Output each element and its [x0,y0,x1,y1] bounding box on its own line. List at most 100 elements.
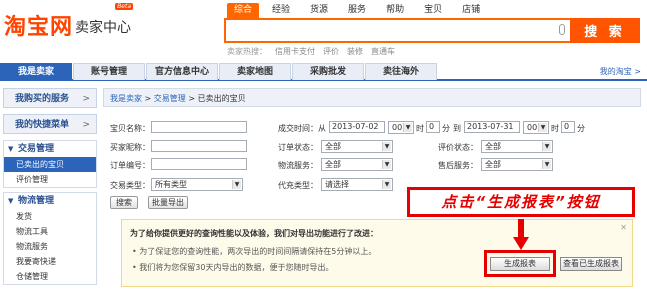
batch-export-button[interactable]: 批量导出 [148,196,188,209]
hour-to-value: 00 [527,123,538,132]
hour-from-value: 00 [392,123,403,132]
date-to-input[interactable]: 2013-07-31 [464,121,520,133]
minute-to-input[interactable]: 0 [561,121,575,133]
search-tab-experience[interactable]: 经验 [265,3,297,18]
hot-searches: 卖家热搜： 信用卡支付 评价 装修 直通车 [227,46,403,57]
nav-seller-map[interactable]: 卖家地图 [219,63,291,80]
search-tab-item[interactable]: 宝贝 [417,3,449,18]
search-button[interactable]: 搜 索 [570,18,640,43]
taobao-logo[interactable]: 淘宝网 卖家中心 Beta [4,3,134,41]
sidebar-item-ship[interactable]: 发货 [4,209,96,224]
deal-time-label: 成交时间：从 [278,124,326,133]
search-orders-button[interactable]: 搜索 [110,196,138,209]
nav-account[interactable]: 账号管理 [73,63,145,80]
sidebar-head-label: 物流管理 [18,196,55,206]
rate-status-select[interactable]: 全部 ▼ [481,140,553,153]
hot-searches-label: 卖家热搜： [227,47,267,56]
notice-line-text: 我们将为您保留30天内导出的数据，便于您随时导出。 [139,263,334,272]
minute-unit: 分 [442,124,450,133]
sidebar: 我购买的服务 > 我的快捷菜单 > ▼ 交易管理 已卖出的宝贝 评价管理 ▼ 物… [3,88,97,289]
sidebar-trade-head[interactable]: ▼ 交易管理 [4,141,96,157]
order-no-label: 订单编号： [110,161,150,170]
hot-search-link[interactable]: 装修 [347,46,363,57]
item-name-input[interactable] [151,121,247,133]
chevron-down-icon: ▼ [403,123,412,132]
search-tab-source[interactable]: 货源 [303,3,335,18]
order-status-value: 全部 [325,142,341,151]
trade-type-select[interactable]: 所有类型 ▼ [151,178,243,191]
breadcrumb-sep: > [185,94,198,103]
collect-type-label: 代充类型： [278,181,318,190]
trade-type-label: 交易类型： [110,181,150,190]
logistics-value: 全部 [325,160,341,169]
breadcrumb-seller[interactable]: 我是卖家 [110,94,142,103]
chevron-right-icon: > [82,120,90,130]
hot-search-link[interactable]: 信用卡支付 [275,46,315,57]
triangle-down-icon: ▼ [8,197,14,205]
breadcrumb-current: 已卖出的宝贝 [197,94,246,103]
chevron-down-icon: ▼ [538,123,547,132]
nav-overseas[interactable]: 卖往海外 [365,63,437,80]
microphone-icon[interactable] [559,24,565,35]
order-no-input[interactable] [151,158,247,170]
sidebar-item-warehouse[interactable]: 仓储管理 [4,269,96,284]
hot-search-link[interactable]: 评价 [323,46,339,57]
buyer-nick-input[interactable] [151,140,247,152]
item-name-label: 宝贝名称： [110,124,150,133]
triangle-down-icon: ▼ [8,145,14,153]
search-tab-all[interactable]: 综合 [227,3,260,18]
search-tab-shop[interactable]: 店铺 [455,3,487,18]
hour-unit: 时 [551,124,559,133]
logo-main-text: 淘宝网 [4,15,74,40]
notice-title: 为了给你提供更好的查询性能以及体验，我们对导出功能进行了改进： [130,229,378,238]
sidebar-item-sold-items[interactable]: 已卖出的宝贝 [4,157,96,172]
sidebar-item-send-express[interactable]: 我要寄快递 [4,254,96,269]
search-tab-service[interactable]: 服务 [341,3,373,18]
sidebar-item-logistics-tools[interactable]: 物流工具 [4,224,96,239]
main-nav: 我是卖家 账号管理 官方信息中心 卖家地图 采购批发 卖往海外 我的淘宝 > [0,63,647,81]
buyer-nick-label: 买家昵称： [110,143,150,152]
sidebar-shortcut-menu[interactable]: 我的快捷菜单 > [3,114,97,134]
generate-report-button[interactable]: 生成报表 [490,257,550,271]
arrow-down-icon [513,219,529,250]
my-taobao-link[interactable]: 我的淘宝 > [600,66,641,77]
sidebar-item-rate-manage[interactable]: 评价管理 [4,172,96,187]
after-sale-value: 全部 [485,160,501,169]
nav-seller[interactable]: 我是卖家 [0,63,72,80]
hour-from-select[interactable]: 00 ▼ [388,121,414,134]
breadcrumb-trade[interactable]: 交易管理 [154,94,186,103]
close-icon[interactable]: ✕ [620,223,627,232]
after-sale-select[interactable]: 全部 ▼ [481,158,553,171]
collect-type-value: 请选择 [325,180,349,189]
chevron-right-icon: > [82,94,90,104]
date-from-input[interactable]: 2013-07-02 [329,121,385,133]
chevron-down-icon: ▼ [542,142,551,151]
order-status-select[interactable]: 全部 ▼ [321,140,393,153]
collect-type-select[interactable]: 请选择 ▼ [321,178,393,191]
logistics-select[interactable]: 全部 ▼ [321,158,393,171]
nav-wholesale[interactable]: 采购批发 [292,63,364,80]
nav-official-info[interactable]: 官方信息中心 [146,63,218,80]
minute-unit: 分 [577,124,585,133]
search-tab-help[interactable]: 帮助 [379,3,411,18]
trade-type-value: 所有类型 [155,180,187,189]
chevron-down-icon: ▼ [382,180,391,189]
sidebar-logistics-section: ▼ 物流管理 发货 物流工具 物流服务 我要寄快递 仓储管理 [3,192,97,285]
sidebar-purchased-services[interactable]: 我购买的服务 > [3,88,97,108]
minute-from-input[interactable]: 0 [426,121,440,133]
bullet: • [132,247,137,256]
notice-line: • 为了保证您的查询性能，两次导出的时间间隔请保持在5分钟以上。 [132,246,376,257]
search-input[interactable] [224,18,570,43]
bullet: • [132,263,137,272]
chevron-down-icon: ▼ [232,180,241,189]
hour-to-select[interactable]: 00 ▼ [523,121,549,134]
order-status-label: 订单状态： [278,143,318,152]
sidebar-head-label: 交易管理 [18,144,55,154]
after-sale-label: 售后服务： [438,161,478,170]
sidebar-box-label: 我的快捷菜单 [15,120,70,130]
view-reports-button[interactable]: 查看已生成报表 [560,257,622,271]
rate-status-label: 评价状态： [438,143,478,152]
sidebar-item-logistics-service[interactable]: 物流服务 [4,239,96,254]
hot-search-link[interactable]: 直通车 [371,46,395,57]
sidebar-logistics-head[interactable]: ▼ 物流管理 [4,193,96,209]
